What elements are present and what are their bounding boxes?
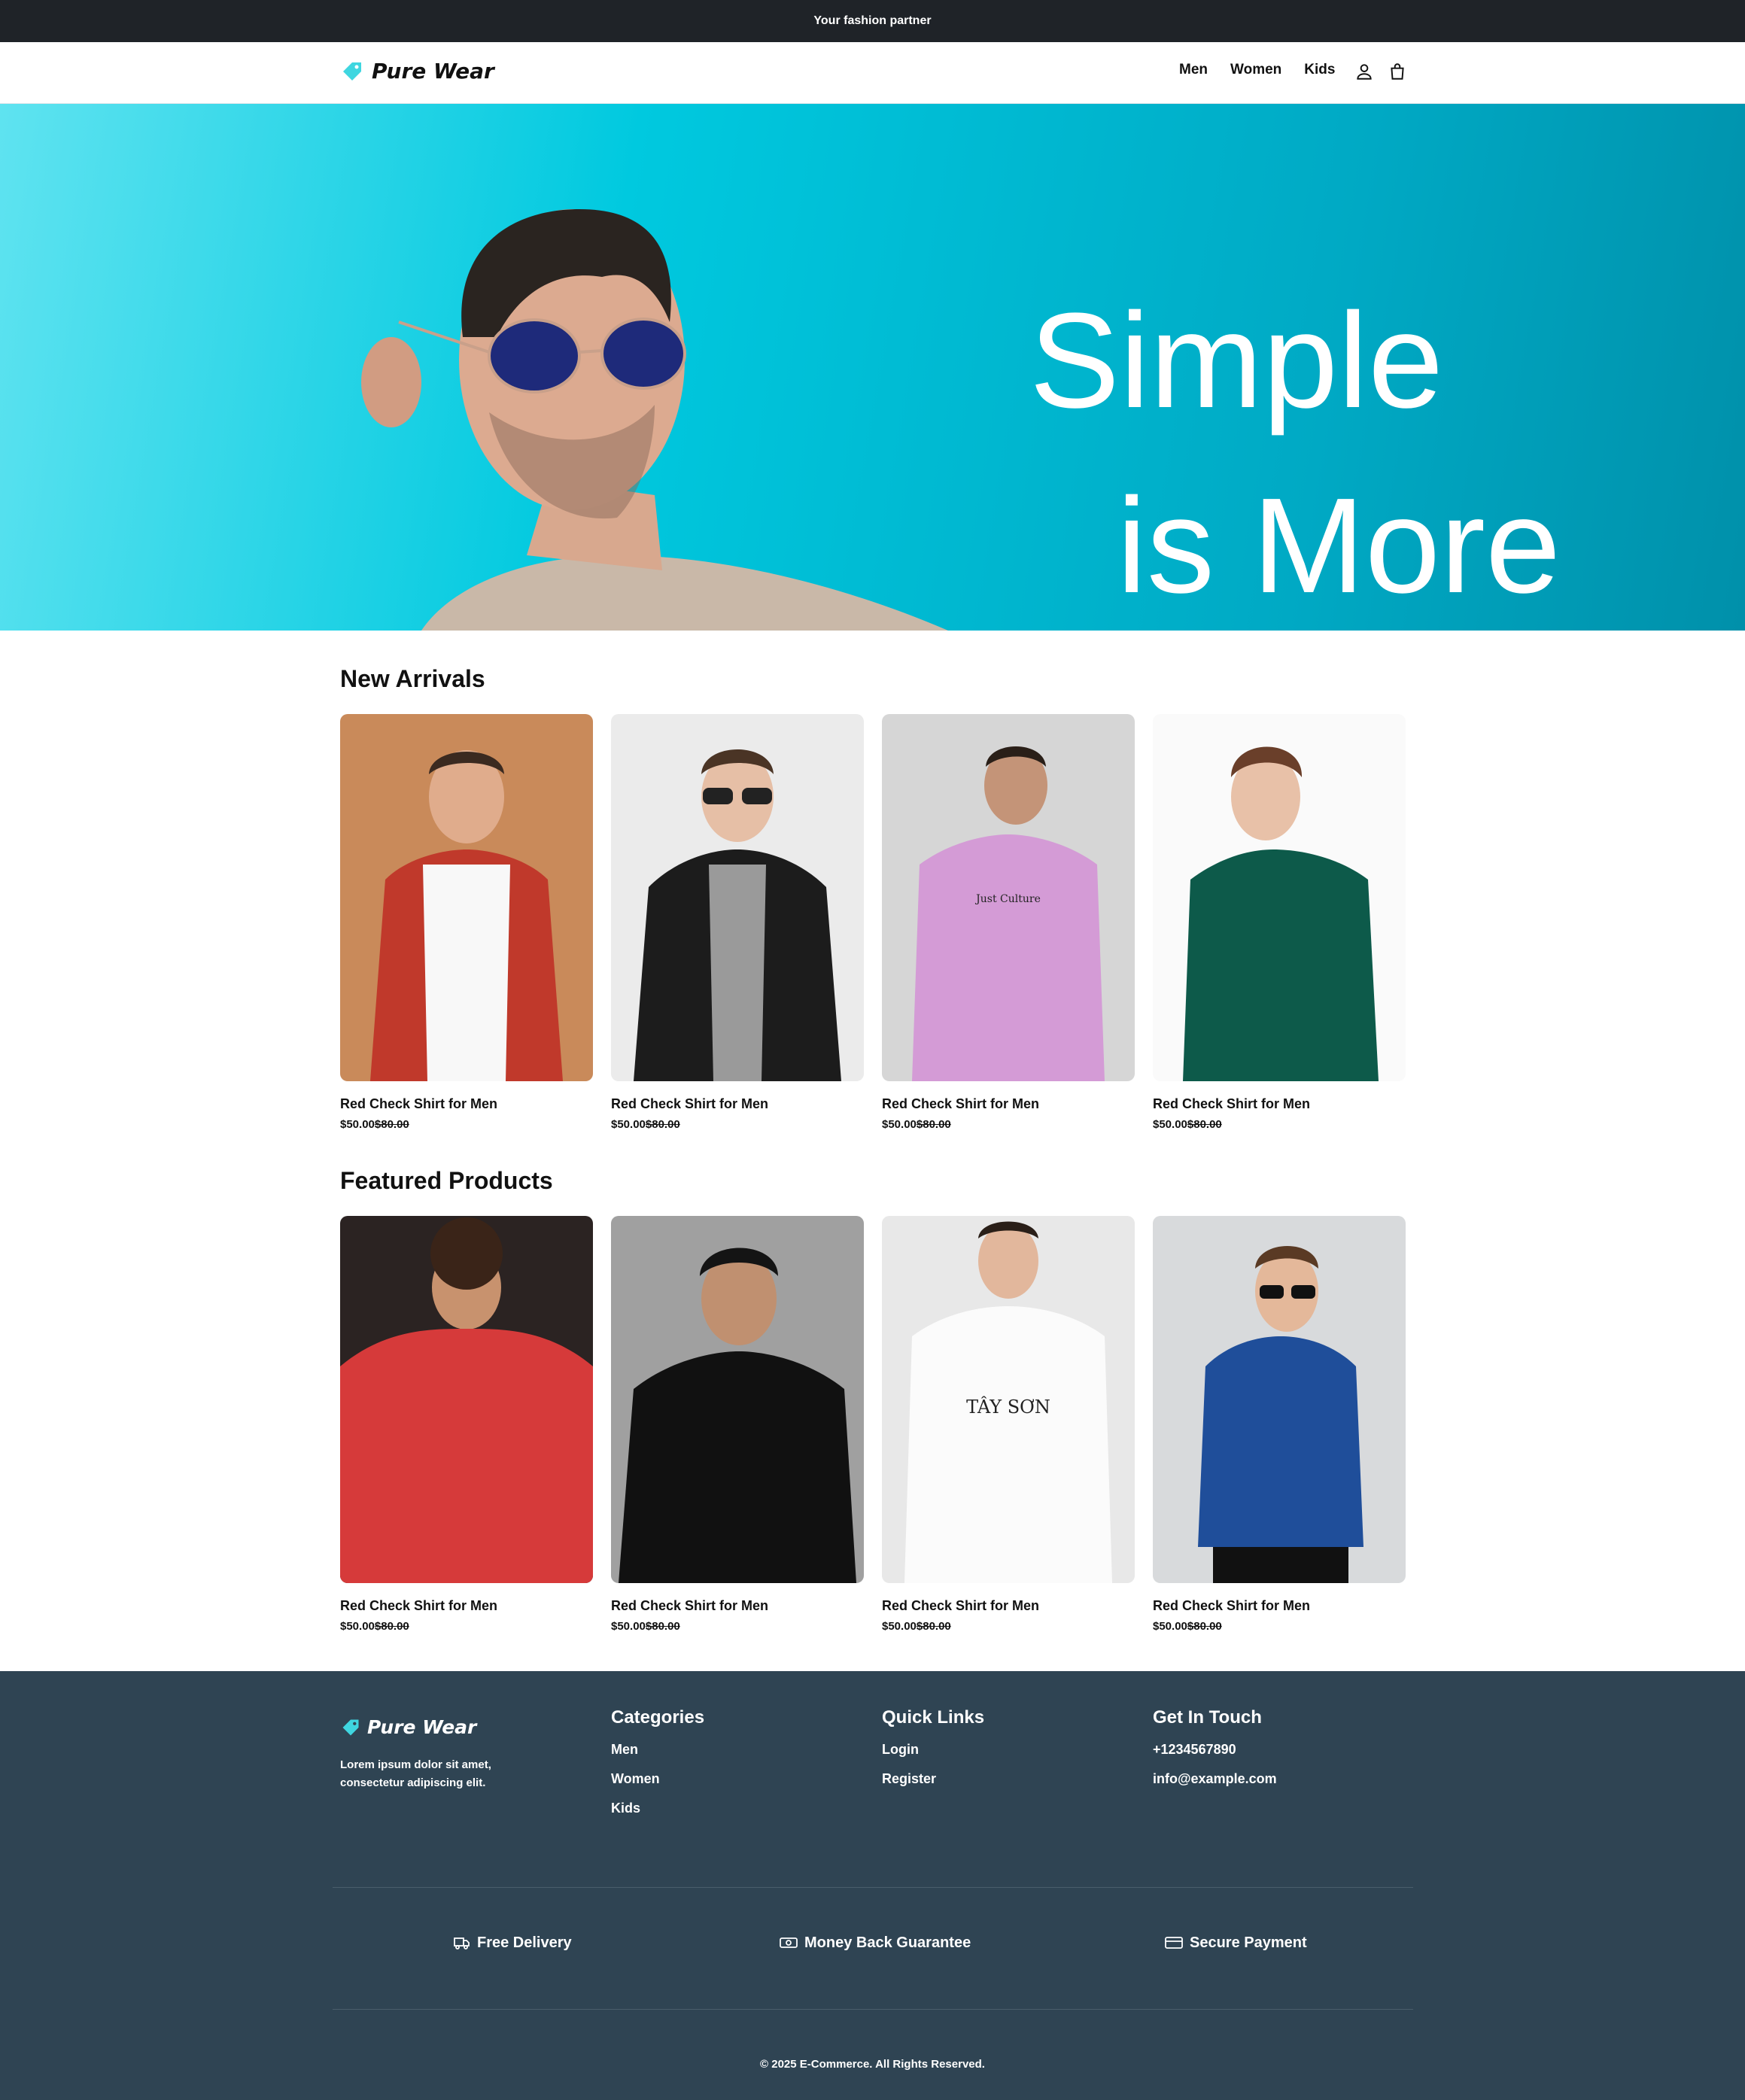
footer-phone[interactable]: +1234567890	[1153, 1742, 1277, 1758]
svg-text:Just Culture: Just Culture	[974, 893, 1041, 905]
footer-categories: Categories Men Women Kids	[611, 1707, 704, 1830]
price-old: $80.00	[916, 1620, 951, 1633]
product-price: $50.00$80.00	[882, 1620, 1135, 1633]
product-price: $50.00$80.00	[340, 1118, 593, 1131]
hero-banner: Simple is More	[0, 104, 1745, 631]
footer-quick-links: Quick Links Login Register	[882, 1707, 984, 1801]
product-image[interactable]	[1153, 1216, 1406, 1583]
featured-products-title: Featured Products	[340, 1167, 553, 1194]
product-price: $50.00$80.00	[882, 1118, 1135, 1131]
copyright: © 2025 E-Commerce. All Rights Reserved.	[760, 2058, 985, 2071]
footer-email[interactable]: info@example.com	[1153, 1771, 1277, 1787]
product-price: $50.00$80.00	[1153, 1118, 1406, 1131]
tag-icon	[342, 1719, 359, 1735]
product-card[interactable]: TÂY SƠN Red Check Shirt for Men $50.00$8…	[882, 1216, 1135, 1633]
product-name[interactable]: Red Check Shirt for Men	[340, 1598, 593, 1614]
price-current: $50.00	[611, 1620, 646, 1633]
truck-icon	[454, 1937, 470, 1950]
footer-brand-name: Pure Wear	[367, 1716, 477, 1738]
nav-women[interactable]: Women	[1230, 62, 1281, 78]
price-current: $50.00	[882, 1620, 917, 1633]
money-icon	[780, 1937, 798, 1948]
product-price: $50.00$80.00	[611, 1118, 864, 1131]
footer-categories-title: Categories	[611, 1707, 705, 1728]
footer-contact-title: Get In Touch	[1153, 1707, 1262, 1728]
product-name[interactable]: Red Check Shirt for Men	[611, 1598, 864, 1614]
product-price: $50.00$80.00	[340, 1620, 593, 1633]
footer-link-men[interactable]: Men	[611, 1742, 704, 1758]
announcement-bar: Your fashion partner	[0, 0, 1745, 42]
product-name[interactable]: Red Check Shirt for Men	[340, 1096, 593, 1112]
hero-model-image	[361, 209, 948, 631]
product-image[interactable]: Just Culture	[882, 714, 1135, 1081]
price-old: $80.00	[916, 1118, 951, 1131]
brand-name: Pure Wear	[372, 59, 494, 84]
nav-men[interactable]: Men	[1179, 62, 1208, 78]
nav-icons	[1354, 62, 1407, 81]
product-name[interactable]: Red Check Shirt for Men	[1153, 1598, 1406, 1614]
price-current: $50.00	[1153, 1620, 1187, 1633]
product-image[interactable]	[611, 714, 864, 1081]
product-name[interactable]: Red Check Shirt for Men	[611, 1096, 864, 1112]
product-card[interactable]: Red Check Shirt for Men $50.00$80.00	[611, 1216, 864, 1633]
product-name[interactable]: Red Check Shirt for Men	[1153, 1096, 1406, 1112]
product-card[interactable]: Red Check Shirt for Men $50.00$80.00	[340, 714, 593, 1131]
product-image[interactable]: TÂY SƠN	[882, 1216, 1135, 1583]
feature-secure-payment: Secure Payment	[1164, 1934, 1307, 1952]
credit-card-icon	[1165, 1937, 1183, 1949]
footer-contact: Get In Touch +1234567890 info@example.co…	[1153, 1707, 1277, 1801]
product-image[interactable]	[340, 714, 593, 1081]
footer-divider	[333, 2009, 1413, 2010]
feature-free-delivery: Free Delivery	[453, 1934, 572, 1952]
shopping-bag-icon[interactable]	[1388, 62, 1407, 81]
footer-link-register[interactable]: Register	[882, 1771, 984, 1787]
announcement-text: Your fashion partner	[813, 14, 932, 27]
product-card[interactable]: Just Culture Red Check Shirt for Men $50…	[882, 714, 1135, 1131]
hero-headline-line2: is More	[1117, 470, 1561, 621]
price-current: $50.00	[882, 1118, 917, 1131]
price-old: $80.00	[1187, 1620, 1222, 1633]
price-old: $80.00	[645, 1118, 680, 1131]
price-old: $80.00	[1187, 1118, 1222, 1131]
footer-divider	[333, 1887, 1413, 1888]
feature-money-back: Money Back Guarantee	[779, 1934, 971, 1952]
product-card[interactable]: Red Check Shirt for Men $50.00$80.00	[1153, 1216, 1406, 1633]
product-image[interactable]	[1153, 714, 1406, 1081]
footer-quick-links-title: Quick Links	[882, 1707, 985, 1728]
user-icon[interactable]	[1354, 62, 1374, 81]
nav-kids[interactable]: Kids	[1304, 62, 1335, 78]
footer-brand-logo[interactable]: Pure Wear	[340, 1716, 476, 1738]
footer-link-kids[interactable]: Kids	[611, 1801, 704, 1816]
tag-icon	[343, 62, 361, 81]
product-price: $50.00$80.00	[611, 1620, 864, 1633]
navbar: Pure Wear Men Women Kids	[0, 42, 1745, 104]
price-old: $80.00	[645, 1620, 680, 1633]
footer: Pure Wear Lorem ipsum dolor sit amet, co…	[0, 1671, 1745, 2100]
product-image[interactable]	[611, 1216, 864, 1583]
price-current: $50.00	[1153, 1118, 1187, 1131]
price-current: $50.00	[611, 1118, 646, 1131]
product-card[interactable]: Red Check Shirt for Men $50.00$80.00	[611, 714, 864, 1131]
svg-text:TÂY SƠN: TÂY SƠN	[966, 1396, 1050, 1418]
feature-label: Free Delivery	[477, 1934, 572, 1951]
footer-description: Lorem ipsum dolor sit amet, consectetur …	[340, 1758, 491, 1789]
price-old: $80.00	[374, 1620, 409, 1633]
price-current: $50.00	[340, 1620, 375, 1633]
product-card[interactable]: Red Check Shirt for Men $50.00$80.00	[340, 1216, 593, 1633]
price-current: $50.00	[340, 1118, 375, 1131]
brand-logo[interactable]: Pure Wear	[340, 59, 494, 84]
product-card[interactable]: Red Check Shirt for Men $50.00$80.00	[1153, 714, 1406, 1131]
product-name[interactable]: Red Check Shirt for Men	[882, 1096, 1135, 1112]
product-image[interactable]	[340, 1216, 593, 1583]
footer-link-login[interactable]: Login	[882, 1742, 984, 1758]
product-name[interactable]: Red Check Shirt for Men	[882, 1598, 1135, 1614]
hero-headline-line1: Simple	[1029, 285, 1444, 436]
product-price: $50.00$80.00	[1153, 1620, 1406, 1633]
footer-link-women[interactable]: Women	[611, 1771, 704, 1787]
feature-label: Secure Payment	[1190, 1934, 1307, 1951]
price-old: $80.00	[374, 1118, 409, 1131]
feature-label: Money Back Guarantee	[804, 1934, 971, 1951]
nav-links: Men Women Kids	[1179, 62, 1335, 78]
new-arrivals-title: New Arrivals	[340, 665, 485, 692]
